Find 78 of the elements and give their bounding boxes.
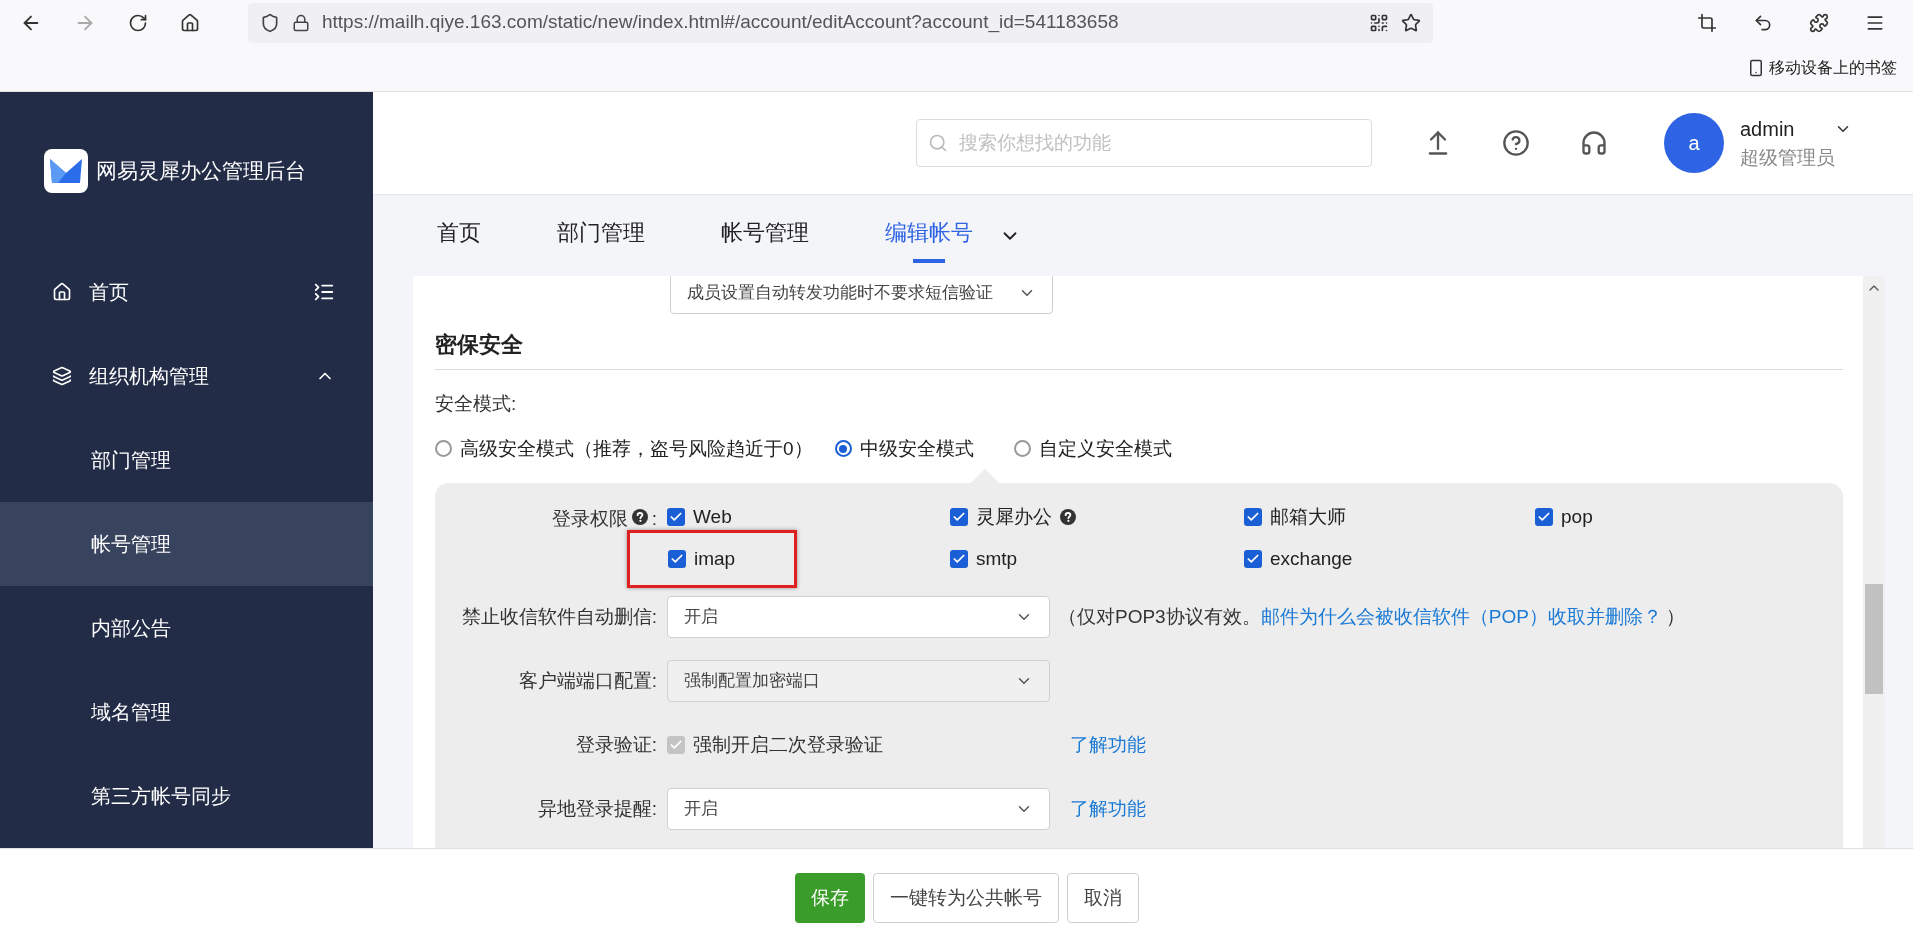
lock-icon [292, 13, 310, 32]
field-label: 客户端端口配置: [517, 668, 658, 693]
checkbox[interactable] [1535, 508, 1553, 527]
checkbox[interactable] [668, 549, 686, 568]
note-text: ） [1665, 604, 1685, 629]
tab[interactable]: 部门管理 [557, 208, 645, 263]
bookmark-item[interactable]: 移动设备上的书签 [1747, 56, 1897, 80]
help-icon[interactable] [1060, 509, 1076, 526]
search-field[interactable]: 搜索你想找的功能 [916, 119, 1372, 167]
checkbox-label: pop [1561, 505, 1593, 529]
help-icon[interactable] [1502, 129, 1530, 157]
qr-code-icon[interactable] [1369, 12, 1389, 33]
select-field[interactable]: 开启 [667, 788, 1050, 830]
radio-option[interactable]: 高级安全模式（推荐，盗号风险趋近于0） [435, 434, 813, 463]
search-icon [928, 133, 948, 153]
sidebar-label: 组织机构管理 [89, 364, 210, 389]
url-text: https://mailh.qiye.163.com/static/new/index.html#/account/editAccount?account_id=541183658 [322, 10, 1120, 35]
shield-icon [260, 12, 280, 33]
action-button[interactable]: 一键转为公共帐号 [872, 873, 1059, 923]
field-label: 登录权限 [551, 507, 628, 531]
check-icon [669, 738, 683, 752]
checkbox-label: smtp [976, 546, 1018, 571]
tab[interactable]: 帐号管理 [721, 208, 809, 263]
sidebar-item[interactable]: 帐号管理 [0, 502, 373, 586]
field-label: 安全模式: [435, 392, 518, 416]
radio-option[interactable]: 中级安全模式 [834, 434, 974, 463]
reload-icon[interactable] [128, 12, 148, 33]
crop-icon[interactable] [1697, 12, 1717, 33]
field-label: 异地登录提醒: [536, 796, 658, 821]
tab[interactable]: 编辑帐号 [885, 208, 973, 263]
headset-icon[interactable] [1580, 129, 1608, 157]
checkbox[interactable] [950, 549, 968, 568]
radio-option[interactable]: 自定义安全模式 [1013, 434, 1172, 463]
field-label: 登录验证: [574, 732, 658, 757]
checkbox[interactable] [1244, 549, 1262, 568]
checkbox-label: 强制开启二次登录验证 [693, 732, 883, 757]
checkbox[interactable] [950, 508, 968, 527]
scrollbar[interactable] [1863, 276, 1885, 848]
star-icon[interactable] [1401, 12, 1421, 33]
select-field[interactable]: 开启 [667, 596, 1050, 638]
checkbox[interactable] [1244, 508, 1262, 527]
field-label: 禁止收信软件自动删信: [460, 604, 658, 629]
puzzle-icon[interactable] [1809, 12, 1829, 33]
section-title: 密保安全 [435, 328, 1843, 370]
user-role: 超级管理员 [1740, 145, 1836, 170]
undo-icon[interactable] [1753, 12, 1773, 33]
checkbox-label: 邮箱大师 [1270, 505, 1346, 529]
address-bar[interactable]: https://mailh.qiye.163.com/static/new/index.html#/account/editAccount?account_id=541183658 [248, 2, 1433, 43]
home-icon[interactable] [180, 12, 200, 33]
checkbox-label: 灵犀办公 [976, 505, 1052, 529]
checkbox[interactable] [667, 508, 685, 527]
colon-text: : [651, 507, 657, 531]
sidebar-label: 首页 [89, 280, 130, 305]
home-icon [52, 282, 72, 302]
phone-icon [1747, 59, 1765, 77]
checkbox-label: exchange [1270, 546, 1353, 571]
checkbox-label: imap [694, 546, 736, 571]
tab[interactable]: 首页 [437, 208, 481, 263]
sidebar-item[interactable]: 组织机构管理 [0, 334, 373, 418]
sidebar-item[interactable]: 部门管理 [0, 418, 373, 502]
collapse-menu-icon[interactable] [313, 281, 335, 303]
help-icon[interactable] [631, 509, 648, 525]
app-title: 网易灵犀办公管理后台 [96, 158, 306, 185]
sidebar-item[interactable]: 内部公告 [0, 586, 373, 670]
user-name: admin [1740, 116, 1795, 142]
scrollbar-thumb[interactable] [1865, 584, 1883, 694]
help-link[interactable]: 了解功能 [1070, 794, 1146, 824]
layers-icon [52, 366, 72, 386]
help-link[interactable]: 邮件为什么会被收信软件（POP）收取并删除？ [1260, 602, 1662, 632]
sidebar-item[interactable]: 首页 [0, 250, 373, 334]
logo-icon [44, 149, 88, 193]
action-button[interactable]: 取消 [1066, 873, 1139, 923]
sidebar-item[interactable]: 域名管理 [0, 670, 373, 754]
note-text: （仅对POP3协议有效。 [1058, 604, 1261, 629]
sidebar-item[interactable]: 第三方帐号同步 [0, 754, 373, 838]
avatar[interactable]: a [1664, 113, 1724, 173]
checkbox-label: Web [693, 505, 732, 529]
select-field[interactable]: 成员设置自动转发功能时不要求短信验证 [670, 276, 1053, 314]
